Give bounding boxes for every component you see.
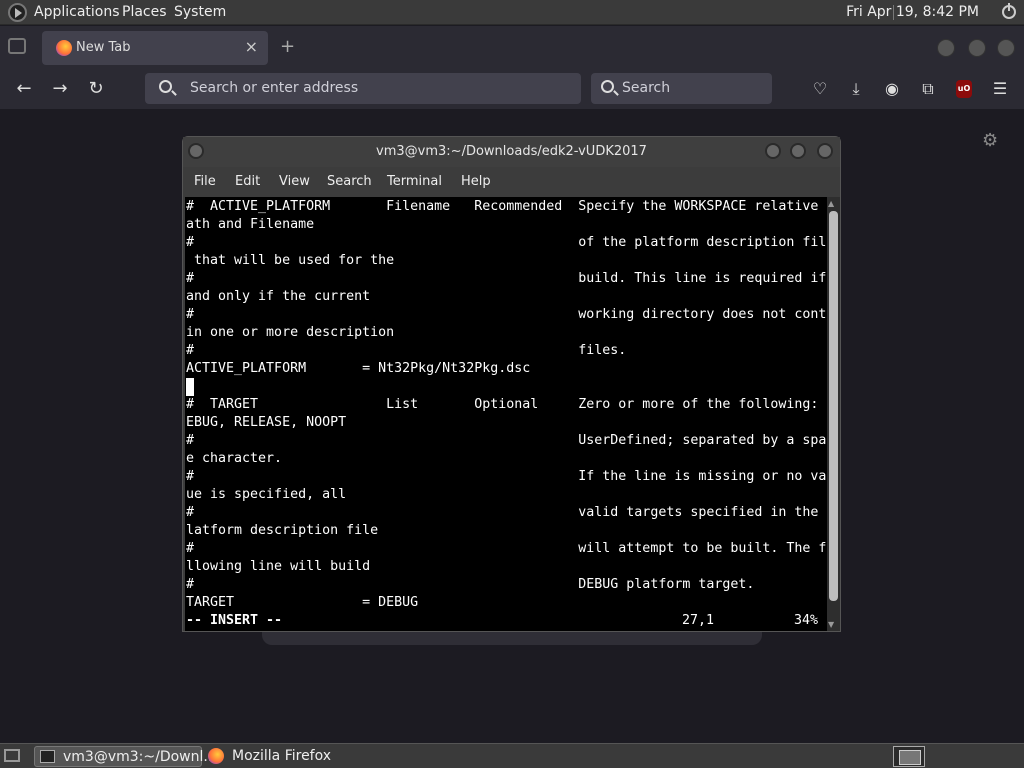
firefox-tab-bar: New Tab × + [0, 26, 1024, 68]
terminal-screen[interactable]: # ACTIVE_PLATFORM Filename Recommended S… [185, 197, 827, 631]
top-panel: Applications Places System Fri Apr 19, 8… [0, 0, 1024, 25]
system-menu[interactable]: System [174, 4, 226, 20]
terminal-icon [40, 750, 55, 763]
applications-menu[interactable]: Applications [34, 4, 120, 20]
terminal-line: ath and Filename [186, 217, 315, 232]
tab-list-icon[interactable] [8, 38, 26, 54]
menu-file[interactable]: File [194, 174, 216, 189]
menu-help[interactable]: Help [461, 174, 491, 189]
terminal-line: # DEBUG platform target. [186, 577, 755, 592]
terminal-line: # build. This line is required if [186, 271, 827, 286]
terminal-line: EBUG, RELEASE, NOOPT [186, 415, 347, 430]
menu-search[interactable]: Search [327, 174, 372, 189]
terminal-line: in one or more description [186, 325, 395, 340]
terminal-line: TARGET = DEBUG [186, 595, 419, 610]
terminal-line: # If the line is missing or no val [186, 469, 827, 484]
maximize-button[interactable] [968, 39, 986, 57]
terminal-line: # working directory does not conta [186, 307, 827, 322]
url-bar[interactable]: Search or enter address [145, 73, 581, 104]
back-arrow-icon[interactable]: ← [12, 78, 36, 102]
terminal-line: # UserDefined; separated by a spac [186, 433, 827, 448]
scroll-up-arrow-icon[interactable]: ▲ [828, 199, 834, 208]
text-cursor [186, 378, 194, 396]
search-bar[interactable]: Search [591, 73, 772, 104]
terminal-line: ACTIVE_PLATFORM = Nt32Pkg/Nt32Pkg.dsc [186, 361, 531, 376]
close-button[interactable] [817, 143, 833, 159]
terminal-line: # files. [186, 343, 627, 358]
reload-icon[interactable]: ↻ [84, 78, 108, 102]
search-placeholder: Search [622, 80, 671, 96]
menu-view[interactable]: View [279, 174, 310, 189]
places-menu[interactable]: Places [122, 4, 167, 20]
terminal-line: that will be used for the [186, 253, 395, 268]
terminal-line [186, 378, 827, 396]
extensions-icon[interactable]: ⧉ [917, 78, 939, 100]
terminal-titlebar[interactable]: vm3@vm3:~/Downloads/edk2-vUDK2017 [183, 137, 840, 167]
taskbar-label: Mozilla Firefox [232, 748, 332, 764]
terminal-window: vm3@vm3:~/Downloads/edk2-vUDK2017 File E… [182, 136, 841, 632]
menu-hamburger-icon[interactable]: ☰ [989, 78, 1011, 100]
menu-terminal[interactable]: Terminal [387, 174, 442, 189]
url-placeholder: Search or enter address [190, 80, 359, 96]
terminal-line: ue is specified, all [186, 487, 347, 502]
window-menu-button[interactable] [188, 143, 204, 159]
scrollbar-thumb[interactable] [829, 211, 838, 601]
close-tab-icon[interactable]: × [245, 37, 258, 56]
firefox-icon [208, 748, 224, 764]
terminal-text: # ACTIVE_PLATFORM Filename Recommended S… [186, 198, 827, 612]
pocket-icon[interactable]: ♡ [809, 78, 831, 100]
terminal-scrollbar[interactable]: ▲ ▼ [827, 197, 840, 631]
applications-logo-icon[interactable] [8, 3, 27, 22]
firefox-favicon-icon [56, 40, 72, 56]
account-icon[interactable]: ◉ [881, 78, 903, 100]
ublock-icon[interactable]: uO [956, 80, 972, 98]
gear-icon[interactable]: ⚙ [982, 130, 998, 151]
vim-status-line: -- INSERT -- 27,1 34% [186, 612, 826, 630]
search-icon [159, 80, 172, 93]
terminal-line: # TARGET List Optional Zero or more of t… [186, 397, 827, 412]
search-icon [601, 80, 614, 93]
clock[interactable]: Fri Apr 19, 8:42 PM [846, 4, 979, 20]
scroll-down-arrow-icon[interactable]: ▼ [828, 620, 834, 629]
close-window-button[interactable] [997, 39, 1015, 57]
taskbar-item-firefox[interactable]: Mozilla Firefox [204, 746, 354, 767]
terminal-line: # will attempt to be built. The fo [186, 541, 827, 556]
maximize-button[interactable] [790, 143, 806, 159]
terminal-line: # of the platform description file [186, 235, 827, 250]
bottom-panel: vm3@vm3:~/Downl... Mozilla Firefox [0, 743, 1024, 768]
terminal-title: vm3@vm3:~/Downloads/edk2-vUDK2017 [376, 144, 647, 159]
taskbar-label: vm3@vm3:~/Downl... [63, 749, 217, 765]
tab-new-tab[interactable]: New Tab × [42, 31, 268, 65]
terminal-menubar: File Edit View Search Terminal Help [183, 167, 840, 195]
minimize-button[interactable] [937, 39, 955, 57]
menu-edit[interactable]: Edit [235, 174, 260, 189]
downloads-icon[interactable]: ⤓ [845, 78, 867, 100]
cursor-position: 27,1 [682, 613, 715, 628]
tab-label: New Tab [76, 40, 131, 55]
scroll-percent: 34% [794, 613, 819, 628]
minimize-button[interactable] [765, 143, 781, 159]
taskbar-item-terminal[interactable]: vm3@vm3:~/Downl... [34, 746, 217, 767]
terminal-line: llowing line will build [186, 559, 371, 574]
terminal-line: # valid targets specified in the p [186, 505, 827, 520]
terminal-line: # ACTIVE_PLATFORM Filename Recommended S… [186, 199, 827, 214]
terminal-line: e character. [186, 451, 283, 466]
terminal-line: and only if the current [186, 289, 371, 304]
power-icon[interactable] [1002, 3, 1016, 19]
workspace-switcher[interactable] [893, 746, 925, 767]
forward-arrow-icon[interactable]: → [48, 78, 72, 102]
vim-mode-indicator: -- INSERT -- [186, 613, 283, 628]
new-tab-button[interactable]: + [280, 36, 295, 57]
show-desktop-icon[interactable] [4, 749, 20, 762]
terminal-line: latform description file [186, 523, 379, 538]
